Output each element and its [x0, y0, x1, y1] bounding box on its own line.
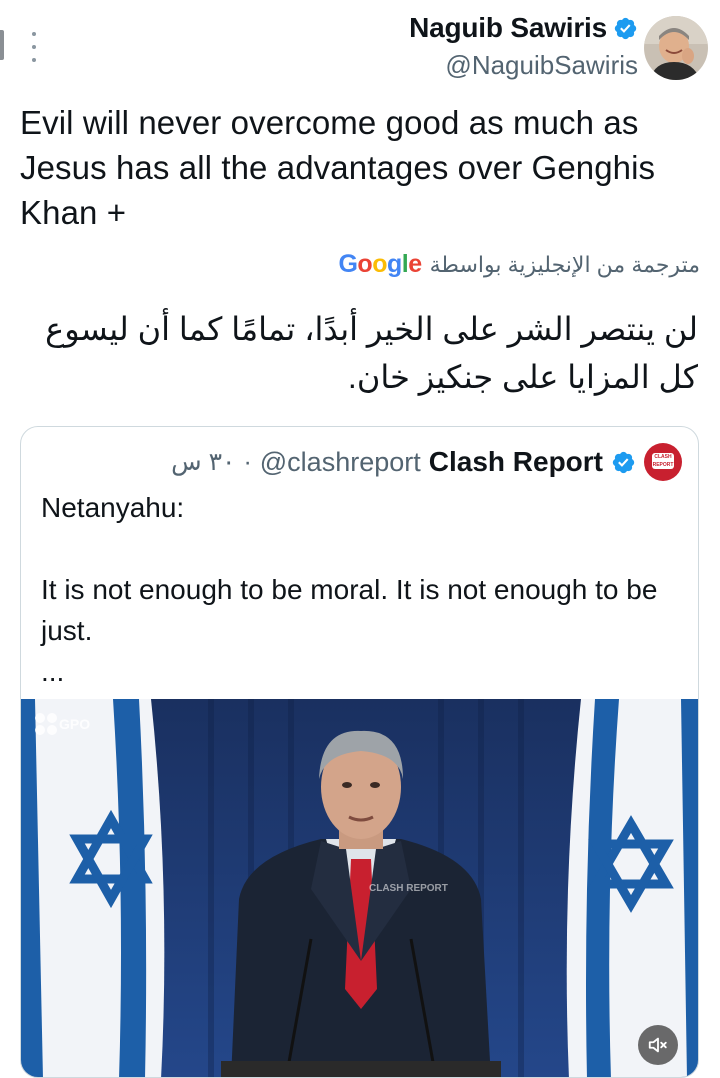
quoted-line: It is not enough to be moral. It is not … — [41, 574, 658, 646]
quoted-time[interactable]: ٣٠ س — [171, 447, 235, 477]
translated-label: مترجمة من الإنجليزية بواسطة — [429, 251, 700, 277]
google-logo: Google — [338, 250, 422, 278]
quoted-tweet-header: ٣٠ س · @clashreport Clash Report CLASH RE… — [171, 443, 682, 481]
verified-badge-icon — [614, 17, 637, 39]
video-frame: CLASH REPORT — [21, 699, 698, 1077]
avatar[interactable] — [644, 16, 708, 80]
center-watermark: CLASH REPORT — [369, 883, 448, 894]
speaker-muted-icon[interactable] — [638, 1025, 678, 1065]
time-separator: · — [243, 447, 252, 476]
scroll-indicator — [0, 30, 4, 60]
quoted-ellipsis: ... — [41, 656, 65, 687]
quoted-author-name[interactable]: Clash Report — [429, 446, 603, 478]
quoted-tweet-body: Netanyahu: It is not enough to be moral.… — [41, 487, 681, 692]
translation-text: لن ينتصر الشر على الخير أبدًا، تمامًا كم… — [45, 311, 698, 395]
gpo-label: GPO — [59, 716, 91, 732]
gpo-watermark: GPO — [35, 713, 90, 735]
author-name[interactable]: Naguib Sawiris — [409, 12, 607, 44]
quoted-handle[interactable]: @clashreport — [260, 447, 421, 478]
quoted-tweet[interactable]: ٣٠ س · @clashreport Clash Report CLASH RE… — [20, 426, 699, 1078]
author-block: Naguib Sawiris @NaguibSawiris — [409, 12, 638, 81]
tweet-text: Evil will never overcome good as much as… — [20, 104, 656, 231]
more-options-icon[interactable] — [24, 30, 44, 64]
quoted-video[interactable]: CLASH REPORT GPO — [21, 699, 698, 1077]
translation-attribution[interactable]: مترجمة من الإنجليزية بواسطة Google — [338, 250, 700, 279]
clash-report-avatar[interactable]: CLASH REPORT — [644, 443, 682, 481]
verified-badge-icon — [612, 451, 635, 473]
quoted-line: Netanyahu: — [41, 492, 185, 523]
author-handle[interactable]: @NaguibSawiris — [409, 50, 638, 81]
